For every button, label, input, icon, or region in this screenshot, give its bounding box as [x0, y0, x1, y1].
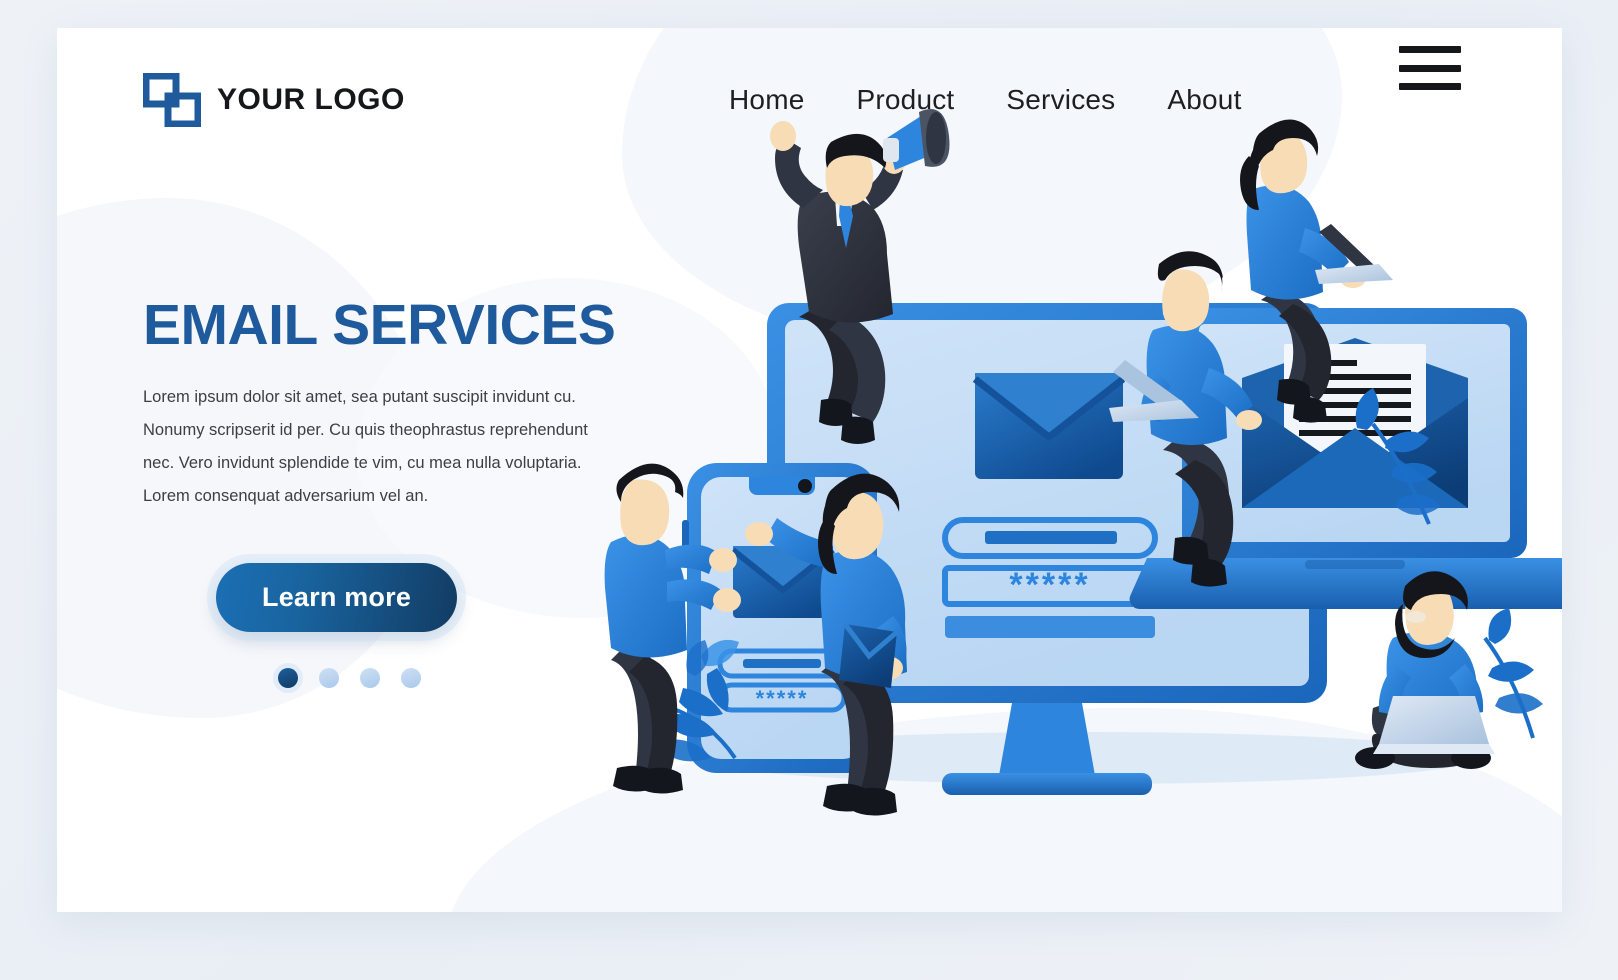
nav-item-home[interactable]: Home: [729, 84, 805, 116]
nav-item-services[interactable]: Services: [1006, 84, 1115, 116]
phone-camera-icon: [798, 479, 812, 493]
plant-sprig-far-right: [1483, 608, 1543, 739]
carousel-dot-4[interactable]: [401, 668, 421, 689]
shoe: [841, 416, 875, 444]
site-header: YOUR LOGO Home Product Services About: [57, 28, 1562, 188]
cta-container: Learn more: [143, 563, 663, 633]
laptop-device: [1373, 696, 1495, 754]
carousel-pagination: [143, 668, 663, 689]
carousel-dot-3[interactable]: [360, 668, 380, 689]
hero-paragraph: Lorem ipsum dolor sit amet, sea putant s…: [143, 388, 588, 506]
hero-section: EMAIL SERVICES Lorem ipsum dolor sit ame…: [143, 293, 663, 689]
hand: [713, 588, 741, 612]
shoe: [639, 767, 683, 794]
brand-logo[interactable]: YOUR LOGO: [143, 73, 405, 127]
page-background: YOUR LOGO Home Product Services About EM…: [0, 0, 1618, 980]
learn-more-button[interactable]: Learn more: [216, 563, 458, 633]
password-mask: *****: [756, 686, 809, 711]
carousel-dot-2[interactable]: [319, 668, 339, 689]
envelope-icon: [839, 622, 899, 688]
shoe: [851, 787, 897, 816]
password-mask: *****: [1009, 566, 1090, 604]
carousel-dot-1[interactable]: [278, 668, 298, 689]
nav-item-about[interactable]: About: [1167, 84, 1241, 116]
page-title: EMAIL SERVICES: [143, 293, 616, 357]
hamburger-menu-icon[interactable]: [1399, 46, 1461, 90]
overlapping-squares-icon: [143, 73, 201, 127]
landing-page-card: YOUR LOGO Home Product Services About EM…: [57, 28, 1562, 912]
hamburger-bar-3: [1399, 83, 1461, 90]
hand: [1236, 410, 1262, 430]
main-navigation: Home Product Services About: [729, 84, 1242, 116]
nav-item-product[interactable]: Product: [857, 84, 955, 116]
envelope-icon: [972, 373, 1126, 479]
hamburger-bar-1: [1399, 46, 1461, 53]
hamburger-bar-2: [1399, 64, 1461, 72]
hand: [745, 522, 773, 546]
hand: [709, 548, 737, 572]
brand-name: YOUR LOGO: [217, 83, 405, 116]
